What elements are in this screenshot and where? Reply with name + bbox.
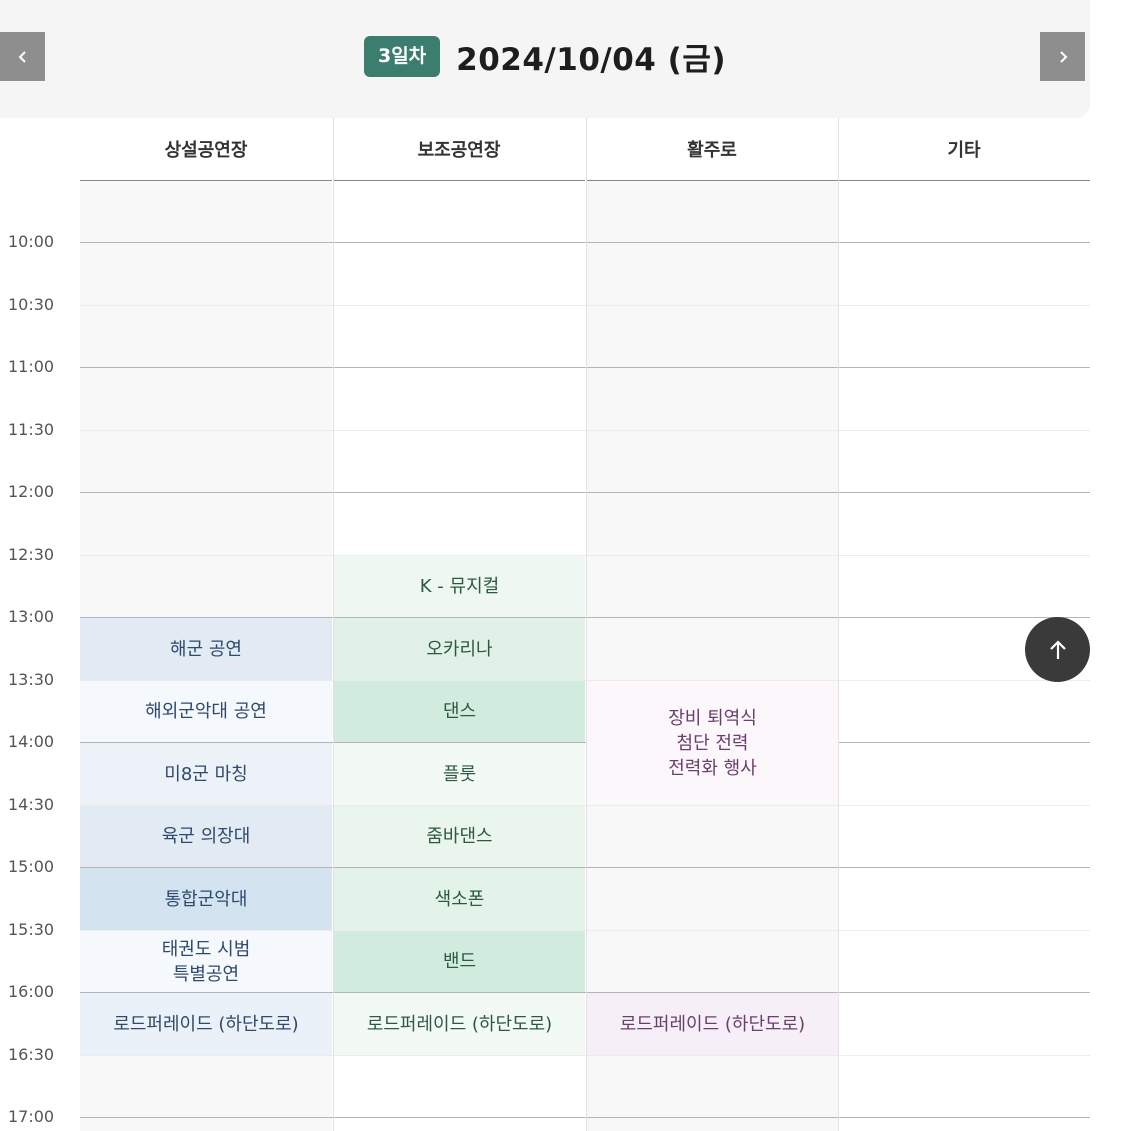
event-label: 로드퍼레이드 (하단도로) xyxy=(619,1013,806,1035)
event-block[interactable]: 로드퍼레이드 (하단도로) xyxy=(587,993,838,1055)
event-block[interactable]: 해외군악대 공연 xyxy=(80,681,332,742)
time-label: 17:00 xyxy=(8,1107,55,1126)
day-badge: 3일차 xyxy=(363,35,441,77)
half-hour-line xyxy=(80,1055,1090,1056)
column-header: 보조공연장 xyxy=(333,118,585,181)
date-title: 2024/10/04 (금) xyxy=(456,41,727,78)
column-background xyxy=(586,181,838,1131)
event-block[interactable]: 댄스 xyxy=(334,681,585,742)
time-label: 15:30 xyxy=(8,920,55,939)
time-label: 13:30 xyxy=(8,670,55,689)
column-header: 활주로 xyxy=(586,118,838,181)
event-label: 색소폰 xyxy=(434,888,485,910)
column-header: 기타 xyxy=(838,118,1090,181)
time-label: 11:00 xyxy=(8,357,55,376)
event-label: 육군 의장대 xyxy=(161,826,251,847)
arrow-up-icon xyxy=(1049,639,1066,659)
event-block[interactable]: 색소폰 xyxy=(334,868,585,930)
event-label: 통합군악대 xyxy=(164,888,248,910)
event-label: K - 뮤지컬 xyxy=(419,576,500,597)
hour-line xyxy=(80,242,1090,243)
hour-line xyxy=(80,1117,1090,1118)
event-block[interactable]: 통합군악대 xyxy=(80,868,332,930)
event-block[interactable]: 육군 의장대 xyxy=(80,806,332,867)
event-block[interactable]: 오카리나 xyxy=(334,618,585,680)
time-label: 12:30 xyxy=(8,545,55,564)
time-label: 10:30 xyxy=(8,295,55,314)
time-label: 15:00 xyxy=(8,857,55,876)
event-block[interactable]: 줌바댄스 xyxy=(334,806,585,867)
half-hour-line xyxy=(80,305,1090,306)
time-label: 10:00 xyxy=(8,232,55,251)
event-label: 댄스 xyxy=(442,701,477,722)
event-label: 해외군악대 공연 xyxy=(145,701,267,722)
event-label: 로드퍼레이드 (하단도로) xyxy=(366,1013,553,1035)
schedule-header: 3일차 2024/10/04 (금) xyxy=(0,0,1090,118)
event-label: 오카리나 xyxy=(426,638,493,660)
time-label: 16:30 xyxy=(8,1045,55,1064)
event-label: 태권도 시범 특별공연 xyxy=(161,938,251,985)
time-label: 11:30 xyxy=(8,420,55,439)
event-block[interactable]: 플룻 xyxy=(334,743,585,805)
next-day-button[interactable] xyxy=(1040,32,1085,81)
event-label: 밴드 xyxy=(442,951,477,972)
event-block[interactable]: 로드퍼레이드 (하단도로) xyxy=(334,993,585,1055)
event-block[interactable]: K - 뮤지컬 xyxy=(334,556,585,617)
event-label: 해군 공연 xyxy=(170,638,242,660)
hour-line xyxy=(80,492,1090,493)
scroll-top-button[interactable] xyxy=(1025,617,1090,682)
date-display: 3일차 2024/10/04 (금) xyxy=(0,35,1090,78)
time-label: 13:00 xyxy=(8,607,55,626)
event-block[interactable]: 해군 공연 xyxy=(80,618,332,680)
column-header: 상설공연장 xyxy=(80,118,332,181)
time-label: 12:00 xyxy=(8,482,55,501)
event-block[interactable]: 밴드 xyxy=(334,931,585,992)
event-label: 미8군 마칭 xyxy=(164,763,248,785)
time-label: 14:30 xyxy=(8,795,55,814)
half-hour-line xyxy=(80,430,1090,431)
event-label: 로드퍼레이드 (하단도로) xyxy=(113,1013,299,1035)
column-divider xyxy=(838,118,839,1131)
hour-line xyxy=(80,367,1090,368)
time-label: 14:00 xyxy=(8,732,55,751)
event-block[interactable]: 로드퍼레이드 (하단도로) xyxy=(80,993,332,1055)
event-block[interactable]: 태권도 시범 특별공연 xyxy=(80,931,332,992)
time-label: 16:00 xyxy=(8,982,55,1001)
chevron-right-icon xyxy=(1059,50,1067,63)
column-divider xyxy=(586,118,587,1131)
event-block[interactable]: 장비 퇴역식 첨단 전력 전력화 행사 xyxy=(587,681,838,805)
event-block[interactable]: 미8군 마칭 xyxy=(80,743,332,805)
event-label: 플룻 xyxy=(442,763,477,785)
event-label: 장비 퇴역식 첨단 전력 전력화 행사 xyxy=(668,707,757,779)
event-label: 줌바댄스 xyxy=(426,826,493,847)
half-hour-line xyxy=(80,555,1090,556)
